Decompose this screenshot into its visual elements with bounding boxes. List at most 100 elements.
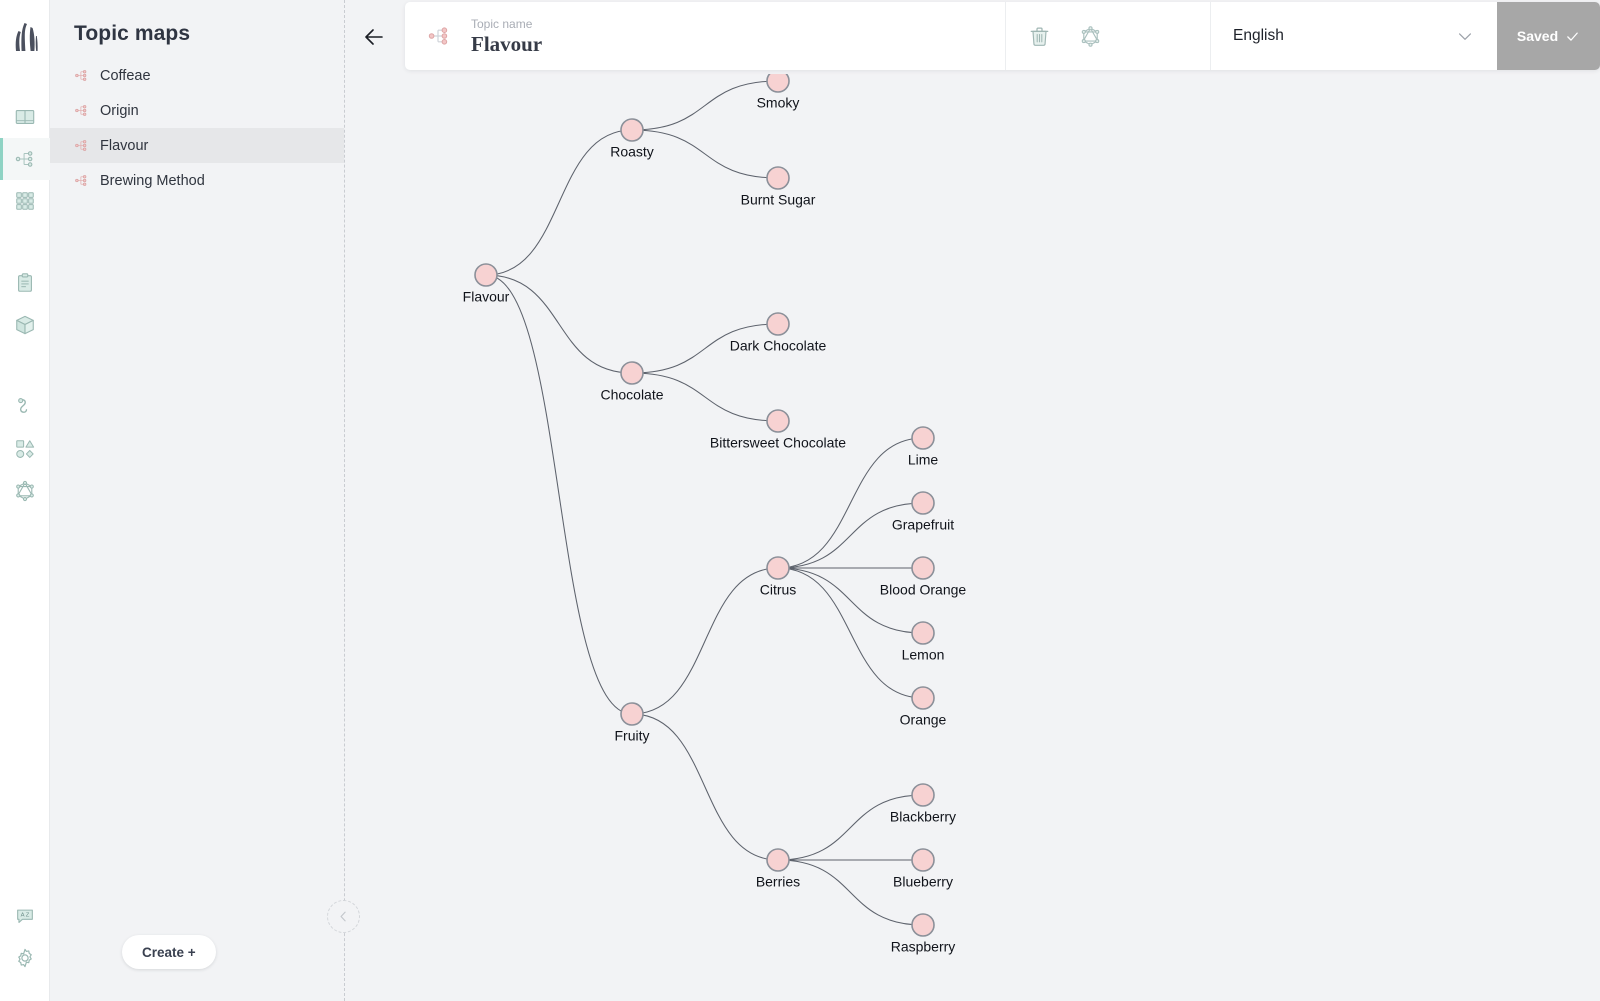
node-circle[interactable] (911, 783, 935, 807)
trash-icon (1030, 27, 1049, 46)
topic-map-graph: Flavour Roasty Smoky Burnt Sugar Chocolate Da… (463, 74, 967, 955)
node-label: Bittersweet Chocolate (710, 435, 846, 451)
node-circle[interactable] (766, 166, 790, 190)
create-button[interactable]: Create + (122, 935, 216, 969)
graph-node[interactable]: Orange (900, 686, 947, 728)
graph-node[interactable]: Raspberry (891, 913, 956, 955)
sidebar-item-origin[interactable]: Origin (50, 93, 344, 128)
graph-node[interactable]: Bittersweet Chocolate (710, 409, 846, 451)
graph-node[interactable]: Lemon (902, 621, 945, 663)
node-circle[interactable] (620, 361, 644, 385)
topic-map-canvas[interactable]: Flavour Roasty Smoky Burnt Sugar Chocolate Da… (345, 74, 1600, 1001)
rail-item-topic-maps[interactable] (0, 138, 50, 180)
node-circle[interactable] (911, 848, 935, 872)
node-circle[interactable] (620, 702, 644, 726)
check-icon (1567, 32, 1578, 41)
topic-name-value: Flavour (471, 31, 543, 56)
node-circle[interactable] (474, 263, 498, 287)
sidebar-item-coffeae[interactable]: Coffeae (50, 58, 344, 93)
chevron-left-icon (340, 911, 346, 922)
hook-icon (18, 398, 28, 413)
graph-edge (777, 567, 924, 699)
node-circle[interactable] (766, 312, 790, 336)
back-button[interactable] (354, 17, 394, 57)
language-select[interactable]: English (1210, 2, 1497, 70)
node-circle[interactable] (766, 74, 790, 93)
graph-node[interactable]: Berries (756, 848, 800, 890)
sidebar-item-flavour[interactable]: Flavour (50, 128, 344, 163)
graph-edge (777, 794, 924, 861)
rail-item-links[interactable] (0, 386, 50, 428)
sidebar-item-brewing-method[interactable]: Brewing Method (50, 163, 344, 198)
graph-edge (485, 274, 633, 715)
node-circle[interactable] (911, 491, 935, 515)
graph-node[interactable]: Roasty (610, 118, 654, 160)
node-circle[interactable] (766, 409, 790, 433)
node-label: Blackberry (890, 809, 956, 825)
rail-item-graphql[interactable] (0, 470, 50, 512)
graph-node[interactable]: Blackberry (890, 783, 956, 825)
graph-node[interactable]: Burnt Sugar (741, 166, 816, 208)
rail-item-forms[interactable] (0, 262, 50, 304)
graph-node[interactable]: Flavour (463, 263, 510, 305)
graph-node[interactable]: Lime (908, 426, 939, 468)
topbar: Topic name Flavour English Saved (344, 0, 1600, 74)
node-circle[interactable] (911, 913, 935, 937)
gear-icon (18, 948, 32, 968)
sidebar-item-label: Flavour (100, 137, 149, 154)
topic-map-icon (74, 173, 96, 188)
node-label: Roasty (610, 144, 654, 160)
grid-icon (16, 192, 34, 210)
graph-node[interactable]: Citrus (760, 556, 797, 598)
topic-map-icon (15, 151, 33, 167)
topic-name-field[interactable]: Topic name Flavour (405, 2, 1005, 70)
graph-node[interactable]: Blood Orange (880, 556, 967, 598)
node-circle[interactable] (766, 848, 790, 872)
graph-node[interactable]: Chocolate (600, 361, 664, 403)
rail-item-settings[interactable] (0, 937, 50, 979)
sidebar-item-label: Coffeae (100, 67, 151, 84)
saved-button[interactable]: Saved (1497, 2, 1600, 70)
graph-node[interactable]: Grapefruit (892, 491, 954, 533)
node-circle[interactable] (911, 686, 935, 710)
rail-item-translations[interactable]: A Z (0, 895, 50, 937)
graph-edge (777, 859, 924, 926)
rail-bottom-group: A Z (0, 895, 50, 979)
app-root: A Z Topic maps Coffeae Origin Flavour Br… (0, 0, 1600, 1001)
graph-edge (777, 567, 924, 634)
node-label: Berries (756, 874, 800, 890)
node-circle[interactable] (911, 556, 935, 580)
arrow-left-icon (365, 29, 383, 45)
sidebar-collapse-button[interactable] (327, 900, 360, 933)
graphql-icon (1081, 25, 1100, 47)
node-label: Lime (908, 452, 939, 468)
app-logo[interactable] (0, 0, 50, 74)
language-value: English (1233, 27, 1284, 44)
node-circle[interactable] (766, 556, 790, 580)
graph-node[interactable]: Smoky (757, 74, 800, 111)
topic-card: Topic name Flavour English Saved (405, 2, 1600, 70)
node-circle[interactable] (620, 118, 644, 142)
graph-node[interactable]: Dark Chocolate (730, 312, 827, 354)
graph-edge (631, 323, 779, 374)
shapes-icon (16, 440, 35, 458)
rail-item-library[interactable] (0, 96, 50, 138)
graph-node[interactable]: Fruity (615, 702, 650, 744)
rail-item-grid[interactable] (0, 180, 50, 222)
graph-view-button[interactable] (1079, 25, 1102, 48)
rail-item-shapes[interactable] (0, 428, 50, 470)
node-layer: Flavour Roasty Smoky Burnt Sugar Chocolate Da… (463, 74, 967, 955)
delete-button[interactable] (1028, 25, 1051, 48)
graph-edge (631, 567, 779, 715)
node-label: Fruity (615, 728, 650, 744)
node-label: Flavour (463, 289, 510, 305)
book-icon (15, 110, 35, 124)
graph-edge (485, 129, 633, 276)
rail-item-assets[interactable] (0, 304, 50, 346)
node-label: Grapefruit (892, 517, 954, 533)
graph-edge (631, 713, 779, 861)
node-label: Dark Chocolate (730, 338, 827, 354)
node-circle[interactable] (911, 426, 935, 450)
node-circle[interactable] (911, 621, 935, 645)
graph-node[interactable]: Blueberry (893, 848, 953, 890)
